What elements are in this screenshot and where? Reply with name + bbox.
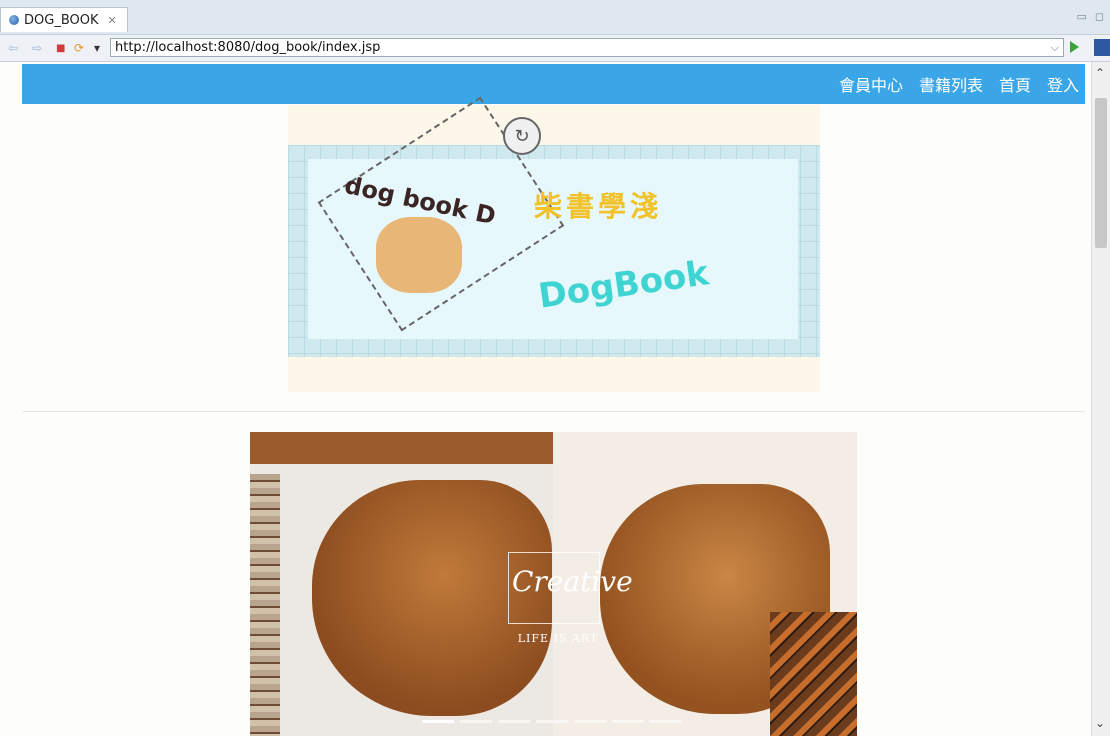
external-browser-icon[interactable] [1094,39,1110,56]
url-text: http://localhost:8080/dog_book/index.jsp [115,40,381,55]
window-controls: ▭ ◻ [1076,10,1104,23]
globe-icon [9,15,19,25]
carousel-indicator[interactable] [612,720,644,723]
browser-toolbar: ⇦ ⇨ ■ ⟳ ▾ http://localhost:8080/dog_book… [0,35,1110,62]
scroll-thumb[interactable] [1095,98,1107,248]
carousel-indicator[interactable] [460,720,492,723]
back-arrow-icon[interactable]: ⇦ [8,41,18,55]
colored-pencils-image-right [770,612,857,736]
logo-chinese-title: 柴書學淺 [534,190,663,223]
carousel-tagline: LIFE IS ART [517,632,599,645]
site-nav: 會員中心 書籍列表 首頁 登入 [839,64,1079,104]
close-icon[interactable]: ✕ [108,14,117,27]
site-logo-image: ↻ dog book D 柴書學淺 DogBook [288,96,820,392]
minimize-icon[interactable]: ▭ [1076,10,1086,23]
nav-item-login[interactable]: 登入 [1047,72,1079,96]
url-input[interactable]: http://localhost:8080/dog_book/index.jsp… [110,38,1064,57]
section-divider [22,411,1085,412]
scroll-up-icon[interactable]: ⌃ [1095,66,1105,80]
nav-item-book-list[interactable]: 書籍列表 [919,72,983,96]
scroll-down-icon[interactable]: ⌄ [1095,716,1105,730]
forward-arrow-icon[interactable]: ⇨ [32,41,42,55]
page-viewport: 會員中心 書籍列表 首頁 登入 ↻ dog book D 柴書學淺 DogBoo… [0,62,1110,736]
editor-tabbar: DOG_BOOK ✕ ▭ ◻ [0,0,1110,35]
carousel-indicators [422,720,682,723]
editor-tab-dog-book[interactable]: DOG_BOOK ✕ [0,7,128,32]
nav-item-home[interactable]: 首頁 [999,72,1031,96]
editor-tab-title: DOG_BOOK [24,12,99,28]
maximize-icon[interactable]: ◻ [1095,10,1104,23]
chevron-down-icon[interactable]: ▾ [94,41,100,55]
carousel-script-text: Creative [512,565,633,598]
carousel-indicator[interactable] [536,720,568,723]
carousel-indicator[interactable] [650,720,682,723]
page-scrollbar[interactable]: ⌃ ⌄ [1091,62,1110,736]
carousel-indicator[interactable] [498,720,530,723]
nav-item-member-center[interactable]: 會員中心 [839,72,903,96]
rotate-icon: ↻ [503,117,541,155]
colored-pencils-image [250,474,280,736]
stop-icon[interactable]: ■ [56,42,65,56]
site-header: 會員中心 書籍列表 首頁 登入 [22,64,1085,104]
carousel-indicator[interactable] [574,720,606,723]
url-dropdown-icon[interactable]: ⌵ [1051,39,1059,56]
go-icon[interactable] [1070,41,1079,53]
carousel-indicator[interactable] [422,720,454,723]
image-carousel[interactable]: Creative LIFE IS ART [250,432,857,736]
refresh-icon[interactable]: ⟳ [74,41,84,55]
